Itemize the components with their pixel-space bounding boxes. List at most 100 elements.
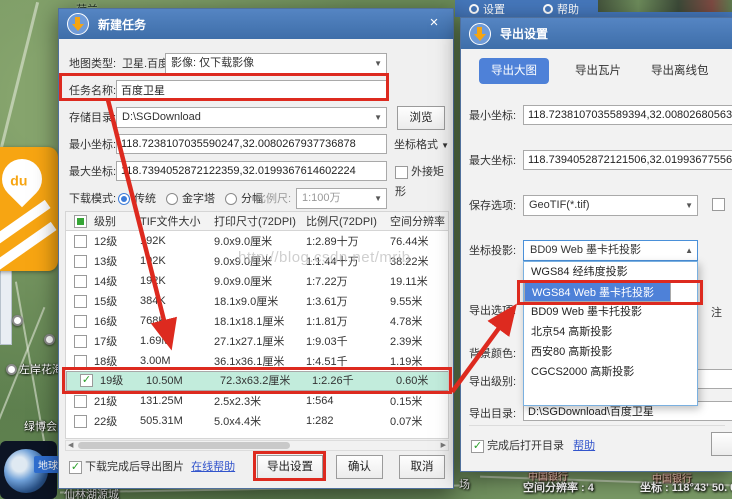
- background-panel-sliver: [0, 263, 12, 345]
- image-option-select[interactable]: 影像: 仅下载影像 ▼: [165, 53, 387, 74]
- projection-dropdown-list: WGS84 经纬度投影WGS84 Web 墨卡托投影GCJ02 Web 墨卡托投…: [523, 261, 698, 406]
- dialog-title: 新建任务: [98, 17, 147, 32]
- projection-option[interactable]: 西安80 高斯投影: [524, 342, 697, 362]
- scroll-left-icon[interactable]: ◀: [68, 441, 73, 450]
- min-coord-input[interactable]: [116, 134, 387, 154]
- export-after-checkbox[interactable]: ✓: [69, 460, 82, 474]
- projection-combobox[interactable]: BD09 Web 墨卡托投影 ▲: [523, 240, 698, 261]
- export-after-option[interactable]: ✓ 下载完成后导出图片 在线帮助: [69, 457, 235, 477]
- table-row-21级[interactable]: 21级 131.25M 2.5x2.3米 1:564 0.15米: [66, 391, 448, 411]
- open-after-checkbox[interactable]: ✓: [471, 439, 484, 453]
- table-row-16级[interactable]: 16级 768K 18.1x18.1厘米 1:1.81万 4.78米: [66, 311, 448, 331]
- projection-option[interactable]: WGS84 Web 墨卡托投影: [524, 282, 672, 302]
- select-all-checkbox[interactable]: [74, 214, 87, 228]
- toolbar-help[interactable]: 帮助: [543, 1, 579, 17]
- map-poi-marker[interactable]: [12, 315, 23, 326]
- globe-download-icon: [469, 22, 491, 45]
- save-option-label: 保存选项:: [469, 200, 517, 212]
- separator: [469, 425, 725, 426]
- table-row-14级[interactable]: 14级 192K 9.0x9.0厘米 1:7.22万 19.11米: [66, 271, 448, 291]
- row-checkbox[interactable]: ✓: [80, 374, 93, 388]
- export-dir-label: 导出目录:: [469, 408, 517, 420]
- map-poi-marker[interactable]: [44, 334, 55, 345]
- row-checkbox[interactable]: [74, 294, 87, 308]
- radio-icon: [118, 193, 130, 205]
- row-checkbox[interactable]: [74, 394, 87, 408]
- cell-scale: 1:2.89十万: [306, 236, 359, 248]
- cell-print: 9.0x9.0厘米: [214, 256, 273, 268]
- map-poi-marker[interactable]: [6, 364, 17, 375]
- export-level-label: 导出级别:: [469, 376, 517, 388]
- bounding-checkbox[interactable]: [395, 165, 408, 179]
- toolbar-settings[interactable]: 设置: [469, 1, 505, 17]
- close-icon[interactable]: ×: [425, 14, 443, 32]
- max-coord-input[interactable]: [116, 161, 387, 181]
- projection-option[interactable]: 北京54 高斯投影: [524, 322, 697, 342]
- horizontal-scrollbar[interactable]: ◀ ▶: [65, 440, 449, 451]
- browse-button[interactable]: 浏览: [397, 106, 445, 130]
- table-row-13级[interactable]: 13级 192K 9.0x9.0厘米 1:1.44十万 38.22米: [66, 251, 448, 271]
- bounding-box-option[interactable]: 外接矩形: [395, 162, 453, 198]
- scrollbar-thumb[interactable]: [78, 442, 290, 449]
- tab-导出瓦片[interactable]: 导出瓦片: [563, 58, 633, 84]
- cell-level: 15级: [94, 296, 118, 308]
- map-label: 场: [459, 479, 470, 491]
- cell-level: 14级: [94, 276, 118, 288]
- scale-select[interactable]: 1:100万 ▼: [296, 188, 387, 209]
- projection-option[interactable]: BD09 Web 墨卡托投影: [524, 302, 697, 322]
- mode-radio-金字塔[interactable]: 金字塔: [166, 189, 215, 209]
- row-checkbox[interactable]: [74, 274, 87, 288]
- online-help-link[interactable]: 在线帮助: [191, 461, 235, 473]
- cell-res: 0.07米: [390, 416, 423, 428]
- image-option-value: 影像: 仅下载影像: [171, 57, 255, 69]
- max-coord-label: 最大坐标:: [69, 166, 117, 178]
- export-help-link[interactable]: 帮助: [573, 440, 595, 452]
- table-row-18级[interactable]: 18级 3.00M 36.1x36.1厘米 1:4.51千 1.19米: [66, 351, 448, 371]
- coord-format-dropdown[interactable]: 坐标格式 ▼: [394, 135, 449, 155]
- cancel-button[interactable]: 取消: [399, 455, 445, 479]
- projection-option[interactable]: WGS84 经纬度投影: [524, 262, 697, 282]
- cell-level: 12级: [94, 236, 118, 248]
- cell-print: 36.1x36.1厘米: [214, 356, 285, 368]
- table-row-22级[interactable]: 22级 505.31M 5.0x4.4米 1:282 0.07米: [66, 411, 448, 431]
- row-checkbox[interactable]: [74, 314, 87, 328]
- export-min-coord-input[interactable]: [523, 105, 732, 125]
- storage-select[interactable]: D:\SGDownload ▼: [116, 107, 387, 128]
- table-row-17级[interactable]: 17级 1.69M 27.1x27.1厘米 1:9.03千 2.39米: [66, 331, 448, 351]
- cell-size: 3.00M: [140, 355, 171, 367]
- table-row-12级[interactable]: 12级 192K 9.0x9.0厘米 1:2.89十万 76.44米: [66, 231, 448, 251]
- projection-option[interactable]: CGCS2000 高斯投影: [524, 362, 697, 382]
- table-row-19级[interactable]: ✓ 19级 10.50M 72.3x63.2厘米 1:2.26千 0.60米: [66, 371, 448, 391]
- scale-label: 比例尺:: [255, 193, 292, 205]
- projection-value: BD09 Web 墨卡托投影: [530, 244, 642, 256]
- row-checkbox-cell: [66, 234, 94, 248]
- header-checkbox-cell[interactable]: [66, 214, 94, 228]
- table-row-15级[interactable]: 15级 384K 18.1x9.0厘米 1:3.61万 9.55米: [66, 291, 448, 311]
- cell-level: 18级: [94, 356, 118, 368]
- new-task-titlebar[interactable]: 新建任务 ×: [59, 9, 453, 39]
- cell-res: 19.11米: [390, 276, 428, 288]
- tab-导出离线包[interactable]: 导出离线包: [639, 58, 721, 84]
- tab-导出大图[interactable]: 导出大图: [479, 58, 549, 84]
- task-name-input[interactable]: [116, 80, 387, 100]
- export-settings-button[interactable]: 导出设置: [257, 455, 323, 479]
- header-scale: 比例尺(72DPI): [306, 216, 377, 228]
- ok-button[interactable]: 确定: [711, 432, 732, 456]
- save-format-select[interactable]: GeoTIF(*.tif) ▼: [523, 195, 698, 216]
- row-checkbox[interactable]: [74, 334, 87, 348]
- row-checkbox[interactable]: [74, 254, 87, 268]
- scroll-right-icon[interactable]: ▶: [441, 441, 446, 450]
- confirm-button[interactable]: 确认: [336, 455, 383, 479]
- globe-download-icon: [67, 13, 89, 35]
- export-titlebar[interactable]: 导出设置: [461, 18, 732, 49]
- row-checkbox[interactable]: [74, 414, 87, 428]
- mode-radio-传统[interactable]: 传统: [118, 189, 156, 209]
- cell-res: 0.15米: [390, 396, 423, 408]
- row-checkbox-cell: [66, 294, 94, 308]
- cell-scale: 1:7.22万: [306, 276, 348, 288]
- row-checkbox[interactable]: [74, 234, 87, 248]
- save-extra-checkbox[interactable]: [712, 198, 725, 211]
- export-max-coord-input[interactable]: [523, 150, 732, 170]
- open-after-option[interactable]: ✓ 完成后打开目录 帮助: [471, 436, 595, 456]
- row-checkbox[interactable]: [74, 354, 87, 368]
